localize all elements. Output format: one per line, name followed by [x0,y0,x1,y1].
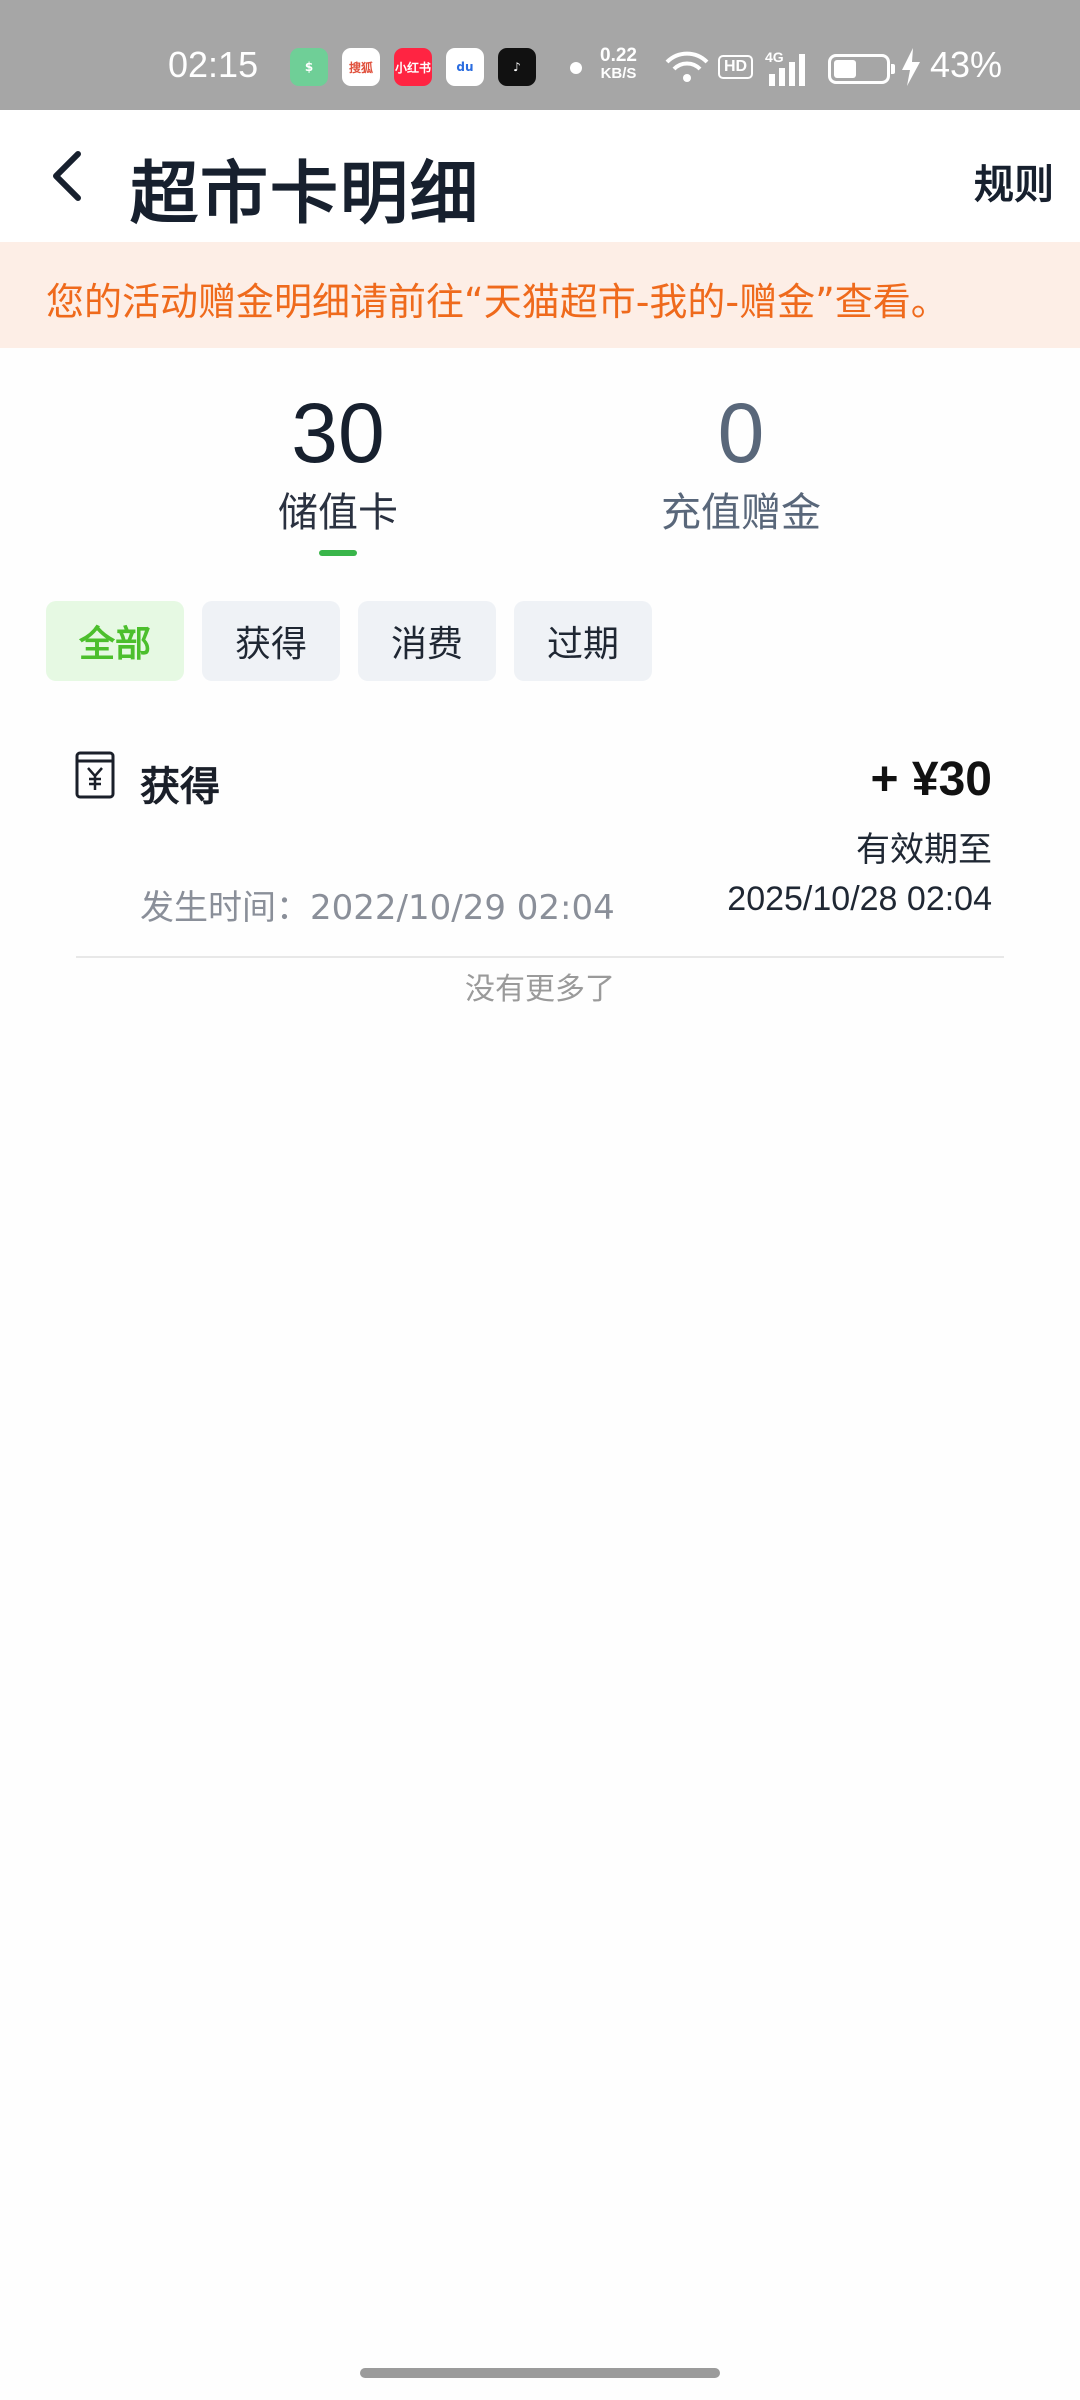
xiaohongshu-app-icon: 小红书 [394,48,432,86]
charging-bolt-icon [902,48,920,86]
yuan-receipt-icon [75,751,115,799]
hd-voice-badge: HD [718,55,754,79]
signal-icon: 4G [765,49,805,86]
filter-chips: 全部 获得 消费 过期 [46,601,652,681]
status-time: 02:15 [168,44,259,85]
shield-app-icon: $ [290,48,328,86]
tab-stored-value-card[interactable]: 30 储值卡 [208,388,468,556]
record-time: 发生时间：2022/10/29 02:04 [140,888,615,928]
filter-spent[interactable]: 消费 [358,601,496,681]
recharge-bonus-label: 充值赠金 [661,490,821,536]
stored-value-label: 储值卡 [278,490,398,536]
divider [76,956,1004,958]
stored-value-balance: 30 [291,386,385,480]
filter-earned[interactable]: 获得 [202,601,340,681]
recharge-bonus-balance: 0 [717,386,765,480]
tiktok-app-icon: ♪ [498,48,536,86]
battery-fill [834,60,856,78]
notice-text: 您的活动赠金明细请前往“天猫超市-我的-赠金”查看。 [46,280,949,324]
record-type: 获得 [140,764,220,810]
notice-banner: 您的活动赠金明细请前往“天猫超市-我的-赠金”查看。 [0,242,1080,348]
notification-dot-icon [570,62,582,74]
status-bar: 02:15 $ 搜狐 小红书 du ♪ 0.22 KB/S HD 4G 43% [0,0,1080,110]
list-item[interactable]: 获得 + ¥30 有效期至 发生时间：2022/10/29 02:04 2025… [0,720,1080,960]
battery-percent: 43% [930,44,1003,85]
tab-recharge-bonus[interactable]: 0 充值赠金 [611,388,871,538]
active-tab-indicator [319,550,357,556]
page-title: 超市卡明细 [130,155,481,234]
wifi-icon [665,51,709,82]
home-indicator[interactable] [360,2368,720,2378]
network-speed: 0.22 KB/S [600,46,637,82]
header: 超市卡明细 规则 [0,110,1080,242]
baidu-app-icon: du [446,48,484,86]
record-amount: + ¥30 [870,753,992,806]
back-arrow-icon[interactable] [44,146,94,206]
end-of-list-text: 没有更多了 [465,972,615,1007]
rules-link[interactable]: 规则 [974,152,1054,210]
record-expiry-label: 有效期至 [856,830,992,870]
record-expiry-date: 2025/10/28 02:04 [727,880,992,918]
battery-icon [828,54,895,84]
balance-tabs: 30 储值卡 0 充值赠金 [0,348,1080,558]
network-type-label: 4G [765,49,784,65]
network-speed-unit: KB/S [600,65,637,82]
filter-all[interactable]: 全部 [46,601,184,681]
network-speed-value: 0.22 [600,45,637,66]
filter-expired[interactable]: 过期 [514,601,652,681]
sohu-video-app-icon: 搜狐 [342,48,380,86]
notification-app-icons: $ 搜狐 小红书 du ♪ [290,48,536,86]
